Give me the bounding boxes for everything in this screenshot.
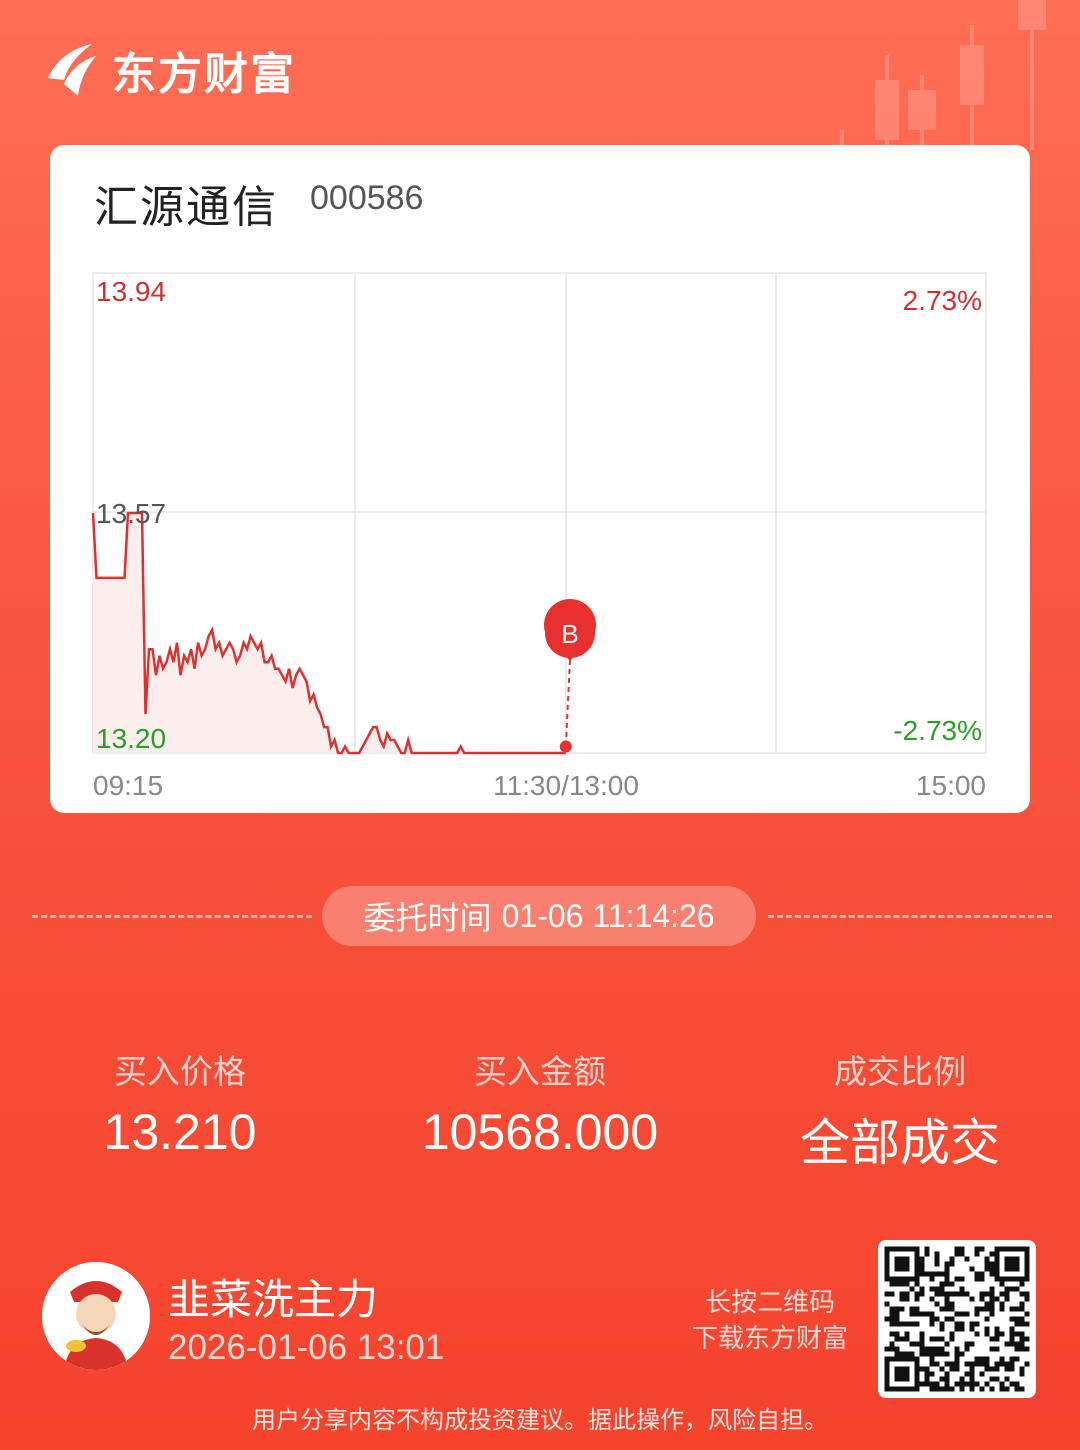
order-time-row: 委托时间 01-06 11:14:26 — [32, 886, 1052, 946]
avatar-image — [42, 1262, 150, 1370]
qr-code[interactable] — [878, 1240, 1036, 1398]
brand-name: 东方财富 — [112, 49, 296, 100]
price-low-label: 13.20 — [96, 723, 166, 754]
stat-label: 买入金额 — [474, 1052, 606, 1091]
marker-dot — [559, 740, 572, 753]
stat-buy-amount: 买入金额 10568.000 — [360, 1045, 720, 1161]
order-time-value: 01-06 11:14:26 — [501, 897, 715, 934]
avatar[interactable] — [42, 1262, 150, 1370]
stat-value: 13.210 — [103, 1104, 257, 1160]
brand-logo: 东方财富 — [42, 38, 296, 102]
pct-low-label: -2.73% — [893, 715, 982, 746]
qr-hint-line2: 下载东方财富 — [691, 1324, 848, 1354]
candlestick-decoration — [840, 0, 1046, 150]
stat-buy-price: 买入价格 13.210 — [0, 1045, 360, 1161]
intraday-chart: 13.94 13.57 13.20 2.73% -2.73% 09:15 11:… — [91, 272, 987, 801]
buy-marker: B — [544, 599, 596, 753]
qr-hint-line1: 长按二维码 — [704, 1288, 835, 1318]
stat-value: 全部成交 — [800, 1114, 1000, 1172]
stat-label: 成交比例 — [834, 1052, 966, 1091]
qr-code-image — [884, 1246, 1030, 1392]
order-time-label: 委托时间 — [363, 899, 492, 937]
dash-left — [32, 915, 312, 918]
stat-fill-ratio: 成交比例 全部成交 — [720, 1045, 1080, 1175]
username: 韭菜洗主力 — [168, 1275, 379, 1324]
time-label-end: 15:00 — [916, 770, 986, 801]
stat-label: 买入价格 — [114, 1052, 246, 1091]
time-label-mid: 11:30/13:00 — [493, 770, 639, 801]
price-high-label: 13.94 — [96, 276, 166, 307]
time-label-start: 09:15 — [93, 770, 163, 801]
qr-hint: 长按二维码 下载东方财富 — [680, 1285, 860, 1357]
marker-label: B — [561, 619, 578, 649]
share-timestamp: 2026-01-06 13:01 — [168, 1328, 445, 1367]
dash-right — [768, 915, 1052, 918]
order-time-pill: 委托时间 01-06 11:14:26 — [322, 886, 756, 946]
logo-icon — [48, 44, 96, 96]
pct-high-label: 2.73% — [903, 285, 982, 316]
price-area — [93, 513, 566, 753]
stock-card: 汇源通信 000586 13.94 13.57 13.20 2.73% -2.7… — [50, 145, 1030, 813]
disclaimer: 用户分享内容不构成投资建议。据此操作，风险自担。 — [252, 1406, 828, 1434]
price-mid-label: 13.57 — [96, 498, 166, 529]
stat-value: 10568.000 — [421, 1104, 659, 1160]
